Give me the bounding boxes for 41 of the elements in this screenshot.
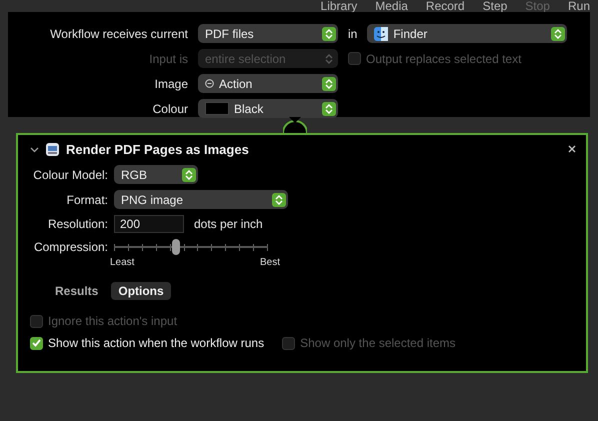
colour-model-popup[interactable]: RGB bbox=[114, 165, 198, 184]
format-popup[interactable]: PNG image bbox=[114, 190, 288, 209]
field-label: in bbox=[348, 26, 358, 40]
field-label: Input is bbox=[148, 52, 188, 66]
chevron-icon[interactable] bbox=[30, 144, 39, 154]
resolution-field[interactable]: 200 bbox=[114, 215, 184, 233]
field-label: Image bbox=[154, 76, 188, 90]
action-title: Render PDF Pages as Images bbox=[66, 142, 249, 156]
colour-popup[interactable]: Black bbox=[198, 99, 338, 118]
scale-label: Best bbox=[260, 257, 280, 268]
toolbar-button[interactable]: Record bbox=[426, 0, 465, 12]
field-label: Format: bbox=[66, 192, 108, 206]
scale-label: Least bbox=[110, 257, 134, 268]
stepper-icon bbox=[272, 192, 286, 206]
tab[interactable]: Options bbox=[111, 282, 171, 300]
field-label: Resolution: bbox=[46, 217, 108, 231]
finder-icon bbox=[374, 26, 388, 40]
field-label: Colour Model: bbox=[32, 168, 108, 182]
stepper-icon bbox=[322, 102, 336, 116]
preview-app-icon bbox=[45, 142, 60, 156]
stepper-icon bbox=[322, 76, 336, 90]
application-popup[interactable]: Finder bbox=[367, 24, 568, 43]
checkmark-icon bbox=[32, 339, 41, 347]
unit-label: dots per inch bbox=[194, 217, 263, 231]
field-label: Workflow receives current bbox=[49, 26, 188, 40]
field-label: Colour bbox=[152, 102, 188, 116]
tab[interactable]: Results bbox=[48, 282, 106, 300]
stepper-icon bbox=[182, 168, 196, 182]
stepper-icon bbox=[322, 26, 336, 40]
checkbox[interactable]: Show this action when the workflow runs bbox=[30, 336, 264, 350]
image-popup[interactable]: Action bbox=[198, 74, 338, 93]
field-label: Compression: bbox=[32, 240, 108, 254]
toolbar-button[interactable]: Run bbox=[568, 0, 590, 12]
colour-swatch bbox=[205, 102, 229, 115]
stepper-icon bbox=[551, 26, 566, 40]
input-type-popup[interactable]: PDF files bbox=[198, 24, 338, 43]
slider-thumb[interactable] bbox=[172, 239, 180, 255]
close-icon[interactable] bbox=[568, 145, 576, 153]
compression-slider[interactable] bbox=[114, 239, 268, 255]
toolbar-button[interactable]: Media bbox=[375, 0, 408, 12]
minus-circle-icon bbox=[205, 79, 214, 88]
